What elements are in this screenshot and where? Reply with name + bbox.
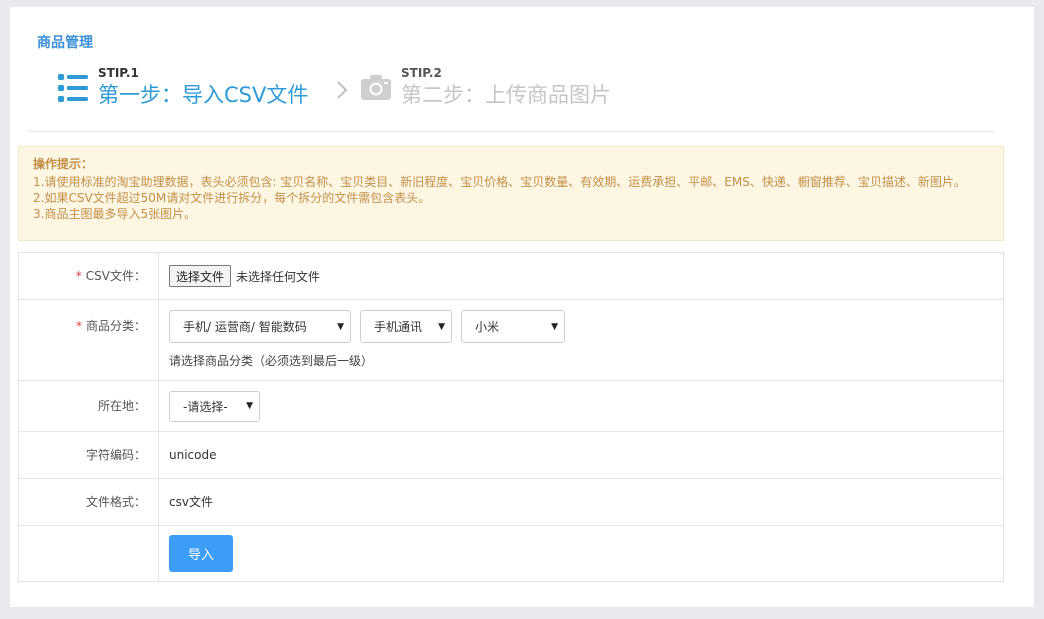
- tip-line-1: 1.请使用标准的淘宝助理数据，表头必须包含: 宝贝名称、宝贝类目、新旧程度、宝贝…: [33, 175, 966, 189]
- location-row: 所在地： -请选择- ▼: [19, 381, 1003, 432]
- required-mark: *: [75, 319, 82, 333]
- caret-down-icon: ▼: [551, 321, 558, 332]
- operation-tips: 操作提示： 1.请使用标准的淘宝助理数据，表头必须包含: 宝贝名称、宝贝类目、新…: [18, 146, 1004, 241]
- required-mark: *: [75, 269, 82, 283]
- file-status: 未选择任何文件: [236, 269, 321, 284]
- format-value: csv文件: [169, 495, 213, 509]
- tip-line-2: 2.如果CSV文件超过50M请对文件进行拆分，每个拆分的文件需包含表头。: [33, 191, 431, 205]
- caret-down-icon: ▼: [246, 401, 253, 411]
- format-row: 文件格式： csv文件: [19, 479, 1003, 526]
- csv-file-label: * CSV文件：: [19, 253, 159, 299]
- category-select-level1[interactable]: 手机/ 运营商/ 智能数码 ▼: [169, 310, 351, 343]
- chevron-right-icon: [336, 80, 348, 106]
- caret-down-icon: ▼: [438, 321, 445, 332]
- list-icon: [58, 74, 90, 106]
- category-row: * 商品分类： 手机/ 运营商/ 智能数码 ▼ 手机通讯 ▼ 小米 ▼ 请选择商品分类（…: [19, 300, 1003, 381]
- category-label: * 商品分类：: [19, 300, 159, 380]
- step-1: STIP.1 第一步：导入CSV文件: [58, 66, 308, 110]
- location-select[interactable]: -请选择- ▼: [169, 390, 260, 422]
- camera-icon: [361, 74, 393, 106]
- import-button[interactable]: 导入: [169, 535, 233, 572]
- caret-down-icon: ▼: [337, 321, 344, 332]
- encoding-row: 字符编码： unicode: [19, 432, 1003, 479]
- category-select-level3[interactable]: 小米 ▼: [461, 310, 565, 343]
- encoding-label: 字符编码：: [19, 432, 159, 478]
- submit-label-cell: [19, 526, 159, 581]
- step-2: STIP.2 第二步：上传商品图片: [361, 66, 611, 110]
- submit-row: 导入: [19, 526, 1003, 581]
- step-1-tag: STIP.1: [98, 66, 139, 80]
- divider: [28, 131, 994, 132]
- encoding-value: unicode: [169, 448, 217, 462]
- format-label: 文件格式：: [19, 479, 159, 525]
- step-2-title: 第二步：上传商品图片: [401, 83, 611, 107]
- breadcrumb: 商品管理: [37, 35, 93, 51]
- step-2-tag: STIP.2: [401, 66, 442, 80]
- location-label: 所在地：: [19, 381, 159, 431]
- choose-file-button[interactable]: 选择文件: [169, 265, 232, 287]
- step-1-title: 第一步：导入CSV文件: [98, 83, 309, 107]
- category-select-level2[interactable]: 手机通讯 ▼: [360, 310, 452, 343]
- tip-line-3: 3.商品主图最多导入5张图片。: [33, 207, 197, 221]
- tips-title: 操作提示：: [33, 157, 94, 171]
- category-hint: 请选择商品分类（必须选到最后一级）: [169, 354, 374, 368]
- import-form: * CSV文件： 选择文件 未选择任何文件 * 商品分类： 手机/ 运营商/ 智能数…: [18, 252, 1004, 582]
- csv-file-row: * CSV文件： 选择文件 未选择任何文件: [19, 253, 1003, 300]
